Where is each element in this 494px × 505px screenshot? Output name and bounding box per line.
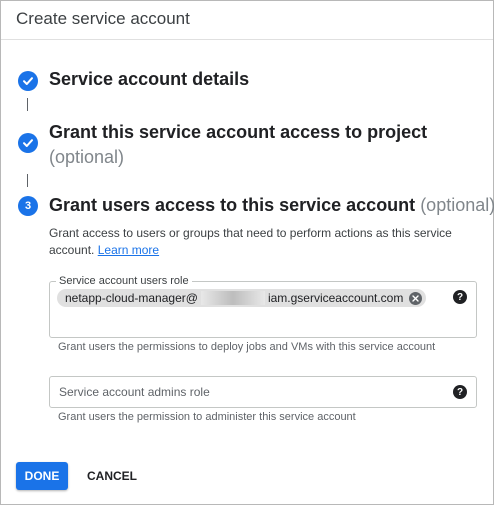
step-3-number: 3 xyxy=(24,200,32,212)
user-chip-prefix: netapp-cloud-manager@ xyxy=(65,291,198,305)
users-role-label: Service account users role xyxy=(56,275,192,287)
learn-more-link[interactable]: Learn more xyxy=(98,243,159,257)
step-3-description: Grant access to users or groups that nee… xyxy=(49,225,459,259)
step-connector-1 xyxy=(27,98,28,111)
service-account-users-role-field[interactable]: Service account users role netapp-cloud-… xyxy=(49,275,477,338)
step-3-label: Grant users access to this service accou… xyxy=(49,195,416,215)
admins-role-placeholder: Service account admins role xyxy=(59,385,210,399)
admins-role-help-icon[interactable]: ? xyxy=(453,385,467,399)
users-role-help-icon[interactable]: ? xyxy=(453,290,467,304)
step-2-check-icon xyxy=(18,133,38,153)
dialog: Create service account Service account d… xyxy=(0,0,494,505)
step-3-title: Grant users access to this service accou… xyxy=(49,195,494,216)
chip-remove-icon[interactable] xyxy=(409,291,423,305)
step-2-optional: (optional) xyxy=(49,147,125,167)
done-button[interactable]: DONE xyxy=(16,462,68,490)
step-1-check-icon xyxy=(18,71,38,91)
service-account-admins-role-field[interactable]: Service account admins role ? xyxy=(49,376,477,408)
step-3-optional: (optional) xyxy=(420,195,494,215)
user-chip-suffix: iam.gserviceaccount.com xyxy=(267,291,404,305)
redacted-text xyxy=(200,291,265,305)
step-3-number-icon: 3 xyxy=(18,196,38,216)
dialog-title: Create service account xyxy=(16,9,190,28)
step-2-label: Grant this service account access to pro… xyxy=(49,122,428,142)
admins-role-hint: Grant users the permission to administer… xyxy=(58,411,356,423)
user-chip[interactable]: netapp-cloud-manager@ iam.gserviceaccoun… xyxy=(57,289,427,307)
users-role-hint: Grant users the permissions to deploy jo… xyxy=(58,341,436,353)
step-connector-2 xyxy=(27,174,28,187)
step-1-title[interactable]: Service account details xyxy=(49,69,249,90)
dialog-header: Create service account xyxy=(1,1,493,40)
step-2-title[interactable]: Grant this service account access to pro… xyxy=(49,120,479,170)
step-1-label: Service account details xyxy=(49,69,250,89)
cancel-button[interactable]: CANCEL xyxy=(81,462,143,490)
